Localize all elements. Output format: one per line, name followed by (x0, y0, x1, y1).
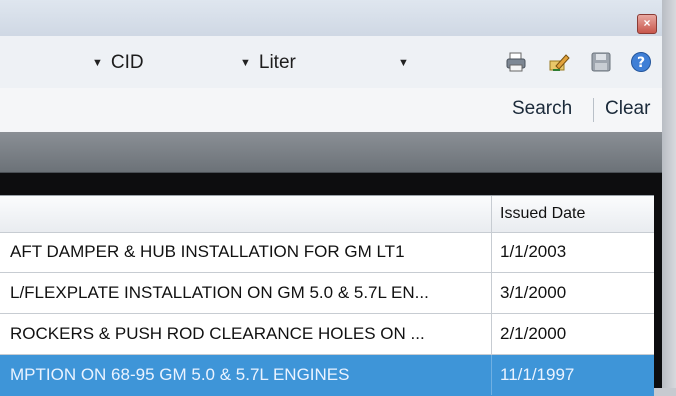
results-grid: Issued Date AFT DAMPER & HUB INSTALLATIO… (0, 195, 654, 396)
application-window: × ▼ CID ▼ Liter ▼ ? Search Clear Issued … (0, 0, 662, 396)
title-cell: ROCKERS & PUSH ROD CLEARANCE HOLES ON ..… (10, 324, 425, 343)
liter-dropdown-label: Liter (258, 52, 296, 74)
chevron-down-icon: ▼ (240, 57, 251, 69)
table-row[interactable]: ROCKERS & PUSH ROD CLEARANCE HOLES ON ..… (0, 314, 654, 355)
grid-group-bar (0, 132, 662, 173)
column-divider[interactable] (491, 196, 492, 232)
title-cell: AFT DAMPER & HUB INSTALLATION FOR GM LT1 (10, 242, 405, 261)
table-row[interactable]: AFT DAMPER & HUB INSTALLATION FOR GM LT1… (0, 232, 654, 273)
issued-date-cell: 1/1/2003 (500, 242, 567, 261)
cid-dropdown-label: CID (110, 52, 144, 74)
close-button[interactable]: × (637, 14, 657, 34)
column-divider (491, 232, 492, 272)
toolbar-separator (593, 98, 594, 122)
title-bar: × (0, 0, 662, 36)
column-divider (491, 355, 492, 395)
column-header-title[interactable] (10, 196, 488, 232)
title-cell: MPTION ON 68-95 GM 5.0 & 5.7L ENGINES (10, 365, 350, 384)
grid-header-row: Issued Date (0, 196, 654, 233)
save-icon[interactable] (590, 51, 612, 73)
column-divider (491, 314, 492, 354)
filter-toolbar: ▼ CID ▼ Liter ▼ ? (0, 36, 662, 89)
svg-text:?: ? (637, 55, 645, 71)
search-button[interactable]: Search (512, 96, 572, 122)
print-icon[interactable] (505, 51, 527, 73)
vertical-scrollbar[interactable] (654, 173, 662, 388)
issued-date-cell: 3/1/2000 (500, 283, 567, 302)
issued-date-cell: 2/1/2000 (500, 324, 567, 343)
chevron-down-icon: ▼ (398, 57, 409, 69)
column-divider (491, 273, 492, 313)
column-header-issued-date[interactable]: Issued Date (500, 196, 640, 232)
action-toolbar: Search Clear (0, 88, 662, 133)
table-row-selected[interactable]: MPTION ON 68-95 GM 5.0 & 5.7L ENGINES 11… (0, 355, 654, 396)
cid-dropdown[interactable]: ▼ CID (92, 50, 144, 76)
title-cell: L/FLEXPLATE INSTALLATION ON GM 5.0 & 5.7… (10, 283, 429, 302)
edit-icon[interactable] (548, 51, 570, 73)
clear-button[interactable]: Clear (605, 96, 650, 122)
third-dropdown[interactable]: ▼ (398, 50, 417, 76)
chevron-down-icon: ▼ (92, 57, 103, 69)
liter-dropdown[interactable]: ▼ Liter (240, 50, 296, 76)
help-icon[interactable]: ? (630, 51, 652, 73)
table-row[interactable]: L/FLEXPLATE INSTALLATION ON GM 5.0 & 5.7… (0, 273, 654, 314)
window-edge (662, 0, 676, 388)
issued-date-cell: 11/1/1997 (500, 365, 575, 384)
